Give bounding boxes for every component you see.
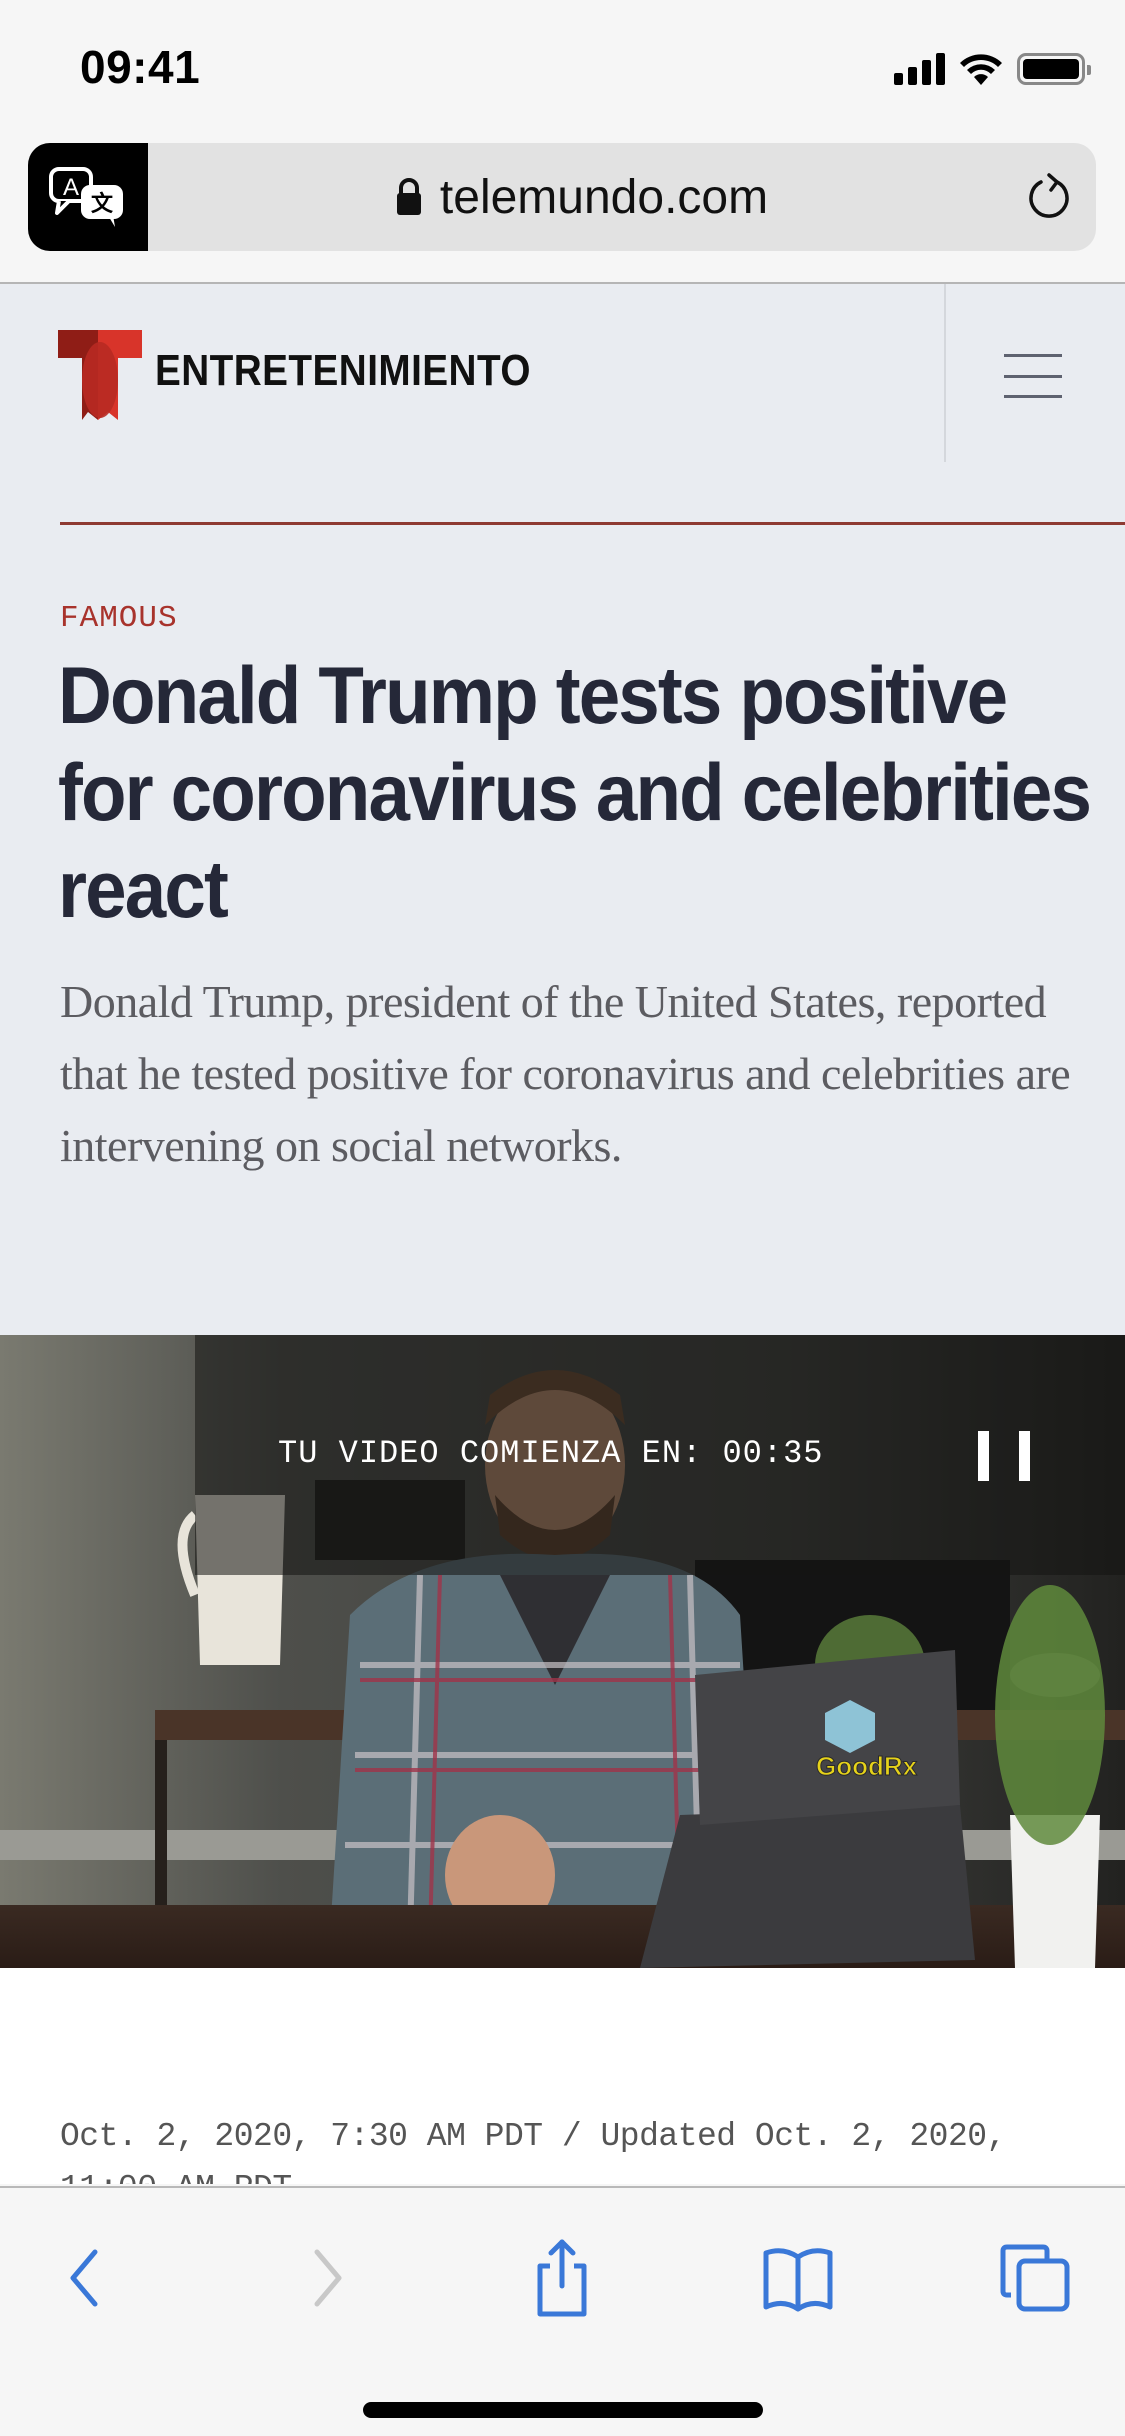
header-divider [944,284,946,462]
lock-icon [396,178,421,215]
status-bar: 09:41 [0,0,1125,130]
tabs-icon [1000,2244,1070,2312]
video-player[interactable]: GoodRx TU VIDEO COMIENZA EN: 00:35 [0,1335,1125,1968]
site-header: ENTRETENIMIENTO [0,284,1125,462]
browser-toolbar [0,2186,1125,2436]
chevron-right-icon [314,2249,342,2307]
article-timestamp: Oct. 2, 2020, 7:30 AM PDT / Updated Oct.… [60,2118,1006,2184]
translate-icon: A 文 [49,167,123,227]
tabs-button[interactable] [995,2238,1075,2318]
hamburger-menu-icon[interactable] [1000,350,1066,402]
article-category[interactable]: FAMOUS [60,601,178,636]
reload-icon [1029,173,1069,218]
signal-icon [894,53,945,85]
forward-button[interactable] [287,2238,367,2318]
accent-rule [60,522,1125,525]
back-button[interactable] [45,2238,125,2318]
share-icon [537,2239,587,2317]
article-header: ENTRETENIMIENTO FAMOUS Donald Trump test… [0,284,1125,1335]
section-name[interactable]: ENTRETENIMIENTO [155,346,531,396]
telemundo-logo[interactable] [58,330,142,420]
home-indicator[interactable] [363,2402,763,2418]
address-bar[interactable]: A 文 telemundo.com [28,143,1096,251]
url-text: telemundo.com [439,170,769,224]
svg-text:A: A [63,174,79,201]
share-button[interactable] [522,2238,602,2318]
translate-button[interactable]: A 文 [28,143,148,251]
status-icons [894,52,1091,86]
pause-icon[interactable] [978,1431,1030,1483]
chevron-left-icon [70,2249,98,2307]
status-time: 09:41 [80,41,201,93]
article-dek: Donald Trump, president of the United St… [60,976,1071,1171]
url-display[interactable]: telemundo.com [148,143,1016,251]
battery-icon [1017,53,1091,85]
bookmarks-button[interactable] [758,2238,838,2318]
article-headline: Donald Trump tests positive for coronavi… [58,651,1092,935]
wifi-icon [960,54,1002,85]
book-icon [763,2248,833,2312]
web-page: ENTRETENIMIENTO FAMOUS Donald Trump test… [0,284,1125,2184]
reload-button[interactable] [1024,173,1074,223]
svg-text:文: 文 [91,191,114,217]
laptop-sticker: GoodRx [816,1751,918,1781]
video-countdown: TU VIDEO COMIENZA EN: 00:35 [278,1435,824,1472]
